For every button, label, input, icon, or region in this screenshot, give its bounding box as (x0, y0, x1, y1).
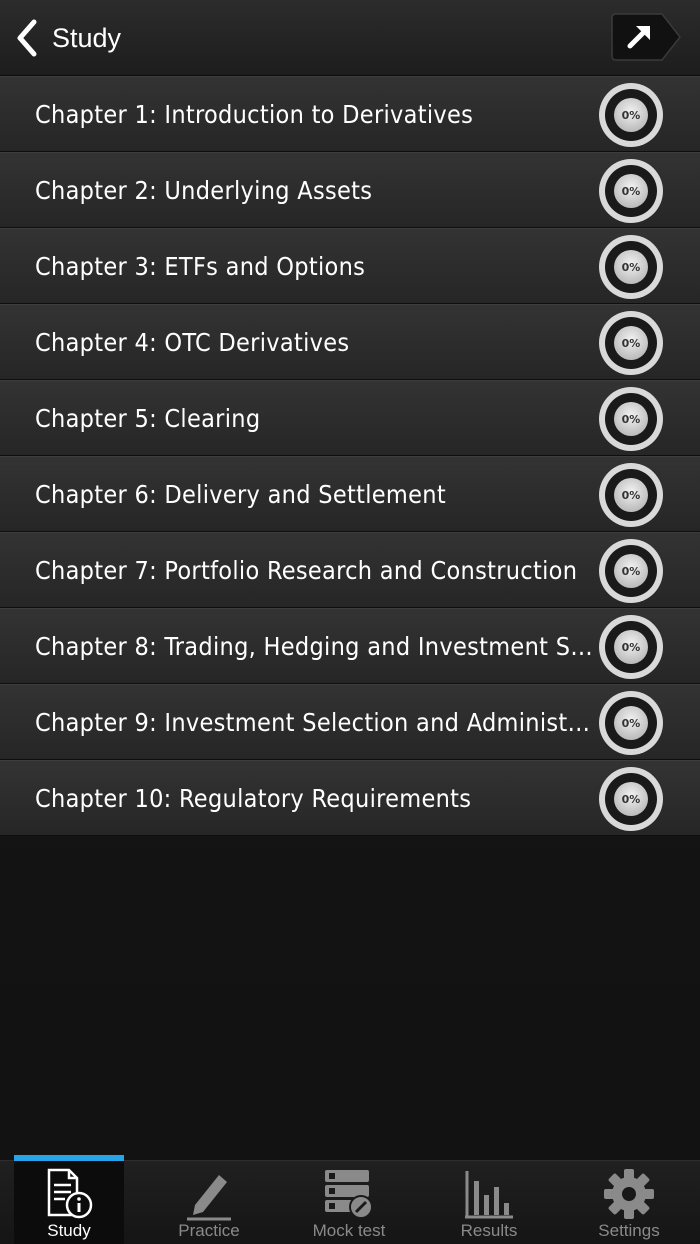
tab-label: Settings (598, 1221, 660, 1240)
progress-ring: 0% (598, 386, 664, 452)
chapter-row[interactable]: Chapter 8: Trading, Hedging and Investme… (0, 608, 700, 684)
share-button[interactable] (610, 12, 682, 62)
chapter-title: Chapter 1: Introduction to Derivatives (35, 100, 474, 129)
chapter-row[interactable]: Chapter 2: Underlying Assets 0% (0, 152, 700, 228)
progress-percent: 0% (622, 413, 641, 426)
tab-practice[interactable]: Practice (154, 1161, 264, 1244)
chapter-list: Chapter 1: Introduction to Derivatives 0%… (0, 76, 700, 836)
progress-ring: 0% (598, 310, 664, 376)
tab-label: Practice (178, 1221, 240, 1240)
tab-label: Mock test (312, 1221, 386, 1240)
chapter-title: Chapter 8: Trading, Hedging and Investme… (35, 632, 595, 661)
chapter-title: Chapter 7: Portfolio Research and Constr… (35, 556, 578, 585)
chapter-row[interactable]: Chapter 6: Delivery and Settlement 0% (0, 456, 700, 532)
chapter-title: Chapter 4: OTC Derivatives (35, 328, 350, 357)
progress-ring: 0% (598, 462, 664, 528)
progress-percent: 0% (622, 641, 641, 654)
tab-study[interactable]: Study (14, 1155, 124, 1244)
chapter-title: Chapter 2: Underlying Assets (35, 176, 373, 205)
progress-percent: 0% (622, 109, 641, 122)
chapter-row[interactable]: Chapter 1: Introduction to Derivatives 0% (0, 76, 700, 152)
chapter-row[interactable]: Chapter 4: OTC Derivatives 0% (0, 304, 700, 380)
tab-results[interactable]: Results (434, 1161, 544, 1244)
chevron-left-icon (14, 14, 44, 62)
tab-mock-test[interactable]: Mock test (294, 1161, 404, 1244)
tab-label: Results (460, 1221, 518, 1240)
tab-label: Study (47, 1221, 91, 1240)
chapter-title: Chapter 9: Investment Selection and Admi… (35, 708, 595, 737)
chapter-row[interactable]: Chapter 7: Portfolio Research and Constr… (0, 532, 700, 608)
progress-ring: 0% (598, 766, 664, 832)
progress-ring: 0% (598, 234, 664, 300)
chapter-row[interactable]: Chapter 9: Investment Selection and Admi… (0, 684, 700, 760)
active-tab-indicator (14, 1155, 124, 1161)
chapter-row[interactable]: Chapter 10: Regulatory Requirements 0% (0, 760, 700, 836)
progress-ring: 0% (598, 614, 664, 680)
chapter-title: Chapter 3: ETFs and Options (35, 252, 366, 281)
progress-percent: 0% (622, 793, 641, 806)
chapter-row[interactable]: Chapter 3: ETFs and Options 0% (0, 228, 700, 304)
chapter-title: Chapter 6: Delivery and Settlement (35, 480, 446, 509)
progress-ring: 0% (598, 538, 664, 604)
tab-settings[interactable]: Settings (574, 1161, 684, 1244)
back-button-label: Study (52, 22, 122, 53)
progress-ring: 0% (598, 82, 664, 148)
gear-icon (604, 1169, 654, 1219)
progress-ring: 0% (598, 690, 664, 756)
progress-ring: 0% (598, 158, 664, 224)
pencil-icon (187, 1175, 231, 1221)
study-info-icon (47, 1168, 93, 1219)
mock-test-icon (325, 1170, 373, 1219)
share-arrow-icon (611, 13, 681, 61)
progress-percent: 0% (622, 717, 641, 730)
progress-percent: 0% (622, 185, 641, 198)
study-screen: Study Chapter 1: Introduction to Derivat… (0, 0, 700, 1244)
chapter-title: Chapter 5: Clearing (35, 404, 261, 433)
nav-header: Study (0, 0, 700, 76)
bar-chart-icon (465, 1171, 513, 1219)
back-button[interactable]: Study (14, 14, 174, 62)
chapter-row[interactable]: Chapter 5: Clearing 0% (0, 380, 700, 456)
progress-percent: 0% (622, 337, 641, 350)
tab-bar: Study Practice Mock test Results Setting… (0, 1155, 700, 1244)
progress-percent: 0% (622, 261, 641, 274)
chapter-title: Chapter 10: Regulatory Requirements (35, 784, 472, 813)
progress-percent: 0% (622, 489, 641, 502)
progress-percent: 0% (622, 565, 641, 578)
